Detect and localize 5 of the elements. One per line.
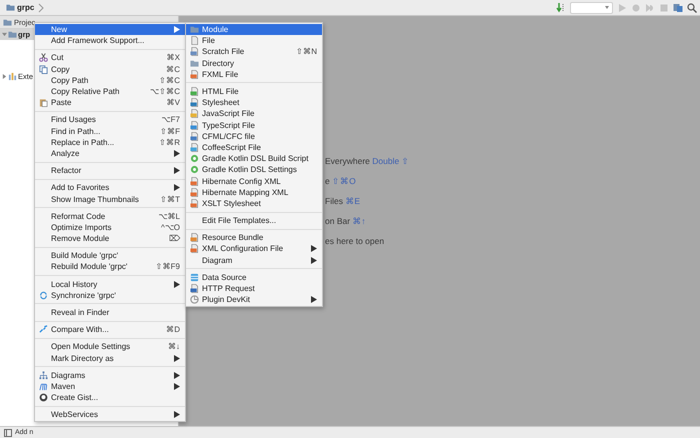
editor-hint: Everywhere Double ⇧ [325,156,411,168]
editor-hint: e ⇧⌘O [325,176,357,188]
editor-hint: es here to open [325,236,386,248]
editor-hint: on Bar ⌘↑ [325,216,367,228]
editor-hint: Files ⌘E [325,196,361,208]
